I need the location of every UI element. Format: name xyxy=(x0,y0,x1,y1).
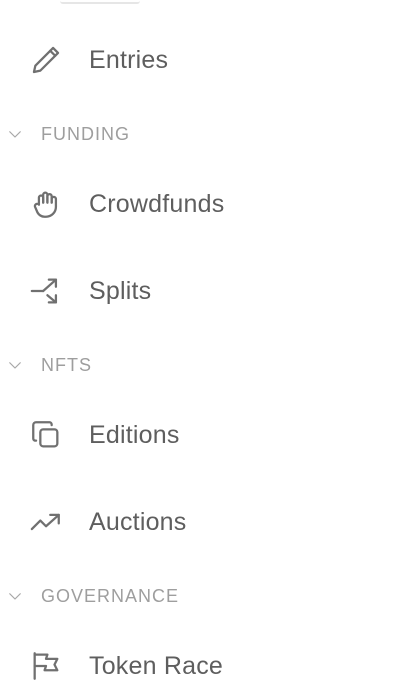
section-label: NFTS xyxy=(41,354,92,375)
chevron-down-icon xyxy=(6,587,24,605)
split-arrow-icon xyxy=(28,273,64,309)
section-header-governance[interactable]: GOVERNANCE xyxy=(0,581,413,611)
sidebar-item-crowdfunds[interactable]: Crowdfunds xyxy=(0,176,413,232)
section-label: GOVERNANCE xyxy=(41,585,180,606)
sidebar-item-entries[interactable]: Entries xyxy=(0,32,413,88)
cropped-nav-item-edge xyxy=(60,0,140,4)
sidebar-item-label: Auctions xyxy=(89,507,187,536)
sidebar-item-editions[interactable]: Editions xyxy=(0,407,413,463)
section-label: FUNDING xyxy=(41,123,130,144)
sidebar-item-splits[interactable]: Splits xyxy=(0,263,413,319)
flag-icon xyxy=(28,648,64,684)
section-header-funding[interactable]: FUNDING xyxy=(0,119,413,149)
sidebar-item-label: Entries xyxy=(89,45,169,74)
hand-icon xyxy=(28,186,64,222)
copy-icon xyxy=(28,417,64,453)
sidebar-item-label: Editions xyxy=(89,420,180,449)
section-header-nfts[interactable]: NFTS xyxy=(0,350,413,380)
sidebar-item-token-race[interactable]: Token Race xyxy=(0,638,413,694)
sidebar-item-label: Splits xyxy=(89,276,152,305)
sidebar-nav: Entries FUNDING Crowdfunds Splits NFTS E… xyxy=(0,0,413,696)
pencil-icon xyxy=(28,42,64,78)
sidebar-item-auctions[interactable]: Auctions xyxy=(0,494,413,550)
sidebar-item-label: Token Race xyxy=(89,651,224,680)
sidebar-item-label: Crowdfunds xyxy=(89,189,225,218)
chevron-down-icon xyxy=(6,356,24,374)
trending-up-icon xyxy=(28,504,64,540)
chevron-down-icon xyxy=(6,125,24,143)
